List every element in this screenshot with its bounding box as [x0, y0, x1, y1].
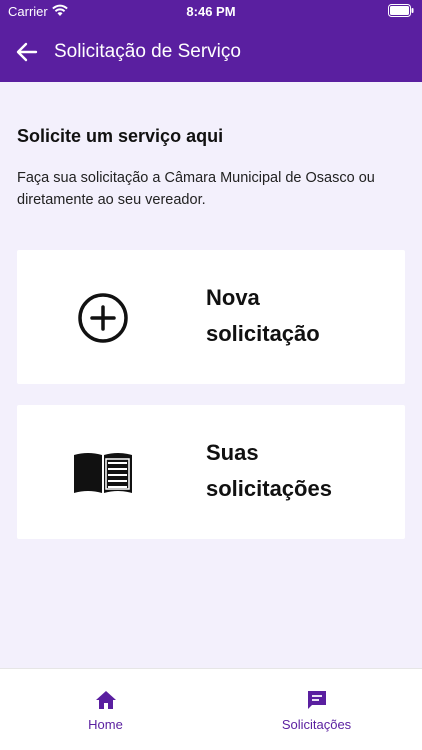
my-requests-line1: Suas: [206, 440, 259, 465]
section-description: Faça sua solicitação a Câmara Municipal …: [17, 170, 375, 208]
app-header: Carrier 8:46 PM Solicitação de Serviço: [0, 0, 422, 82]
status-bar: Carrier 8:46 PM: [0, 0, 422, 24]
plus-circle-icon: [75, 290, 131, 346]
my-requests-card[interactable]: Suas solicitações: [17, 405, 405, 539]
tab-requests[interactable]: Solicitações: [211, 669, 422, 750]
new-request-line1: Nova: [206, 285, 260, 310]
new-request-line2: solicitação: [206, 321, 320, 346]
new-request-label: Nova solicitação: [206, 280, 386, 352]
tab-bar: Home Solicitações: [0, 668, 422, 750]
back-arrow-icon[interactable]: [14, 39, 40, 65]
new-request-card[interactable]: Nova solicitação: [17, 250, 405, 384]
clock: 8:46 PM: [186, 4, 236, 19]
tab-home-label: Home: [88, 717, 123, 732]
tab-home[interactable]: Home: [0, 669, 211, 750]
book-icon: [74, 445, 132, 501]
nav-bar: Solicitação de Serviço: [0, 34, 422, 70]
home-icon: [95, 689, 117, 711]
my-requests-line2: solicitações: [206, 476, 332, 501]
section-title: Solicite um serviço aqui: [17, 126, 224, 146]
battery-icon: [388, 4, 414, 20]
tab-requests-label: Solicitações: [281, 717, 352, 732]
chat-icon: [306, 689, 328, 711]
my-requests-label: Suas solicitações: [206, 435, 386, 507]
page-title: Solicitação de Serviço: [54, 41, 241, 62]
